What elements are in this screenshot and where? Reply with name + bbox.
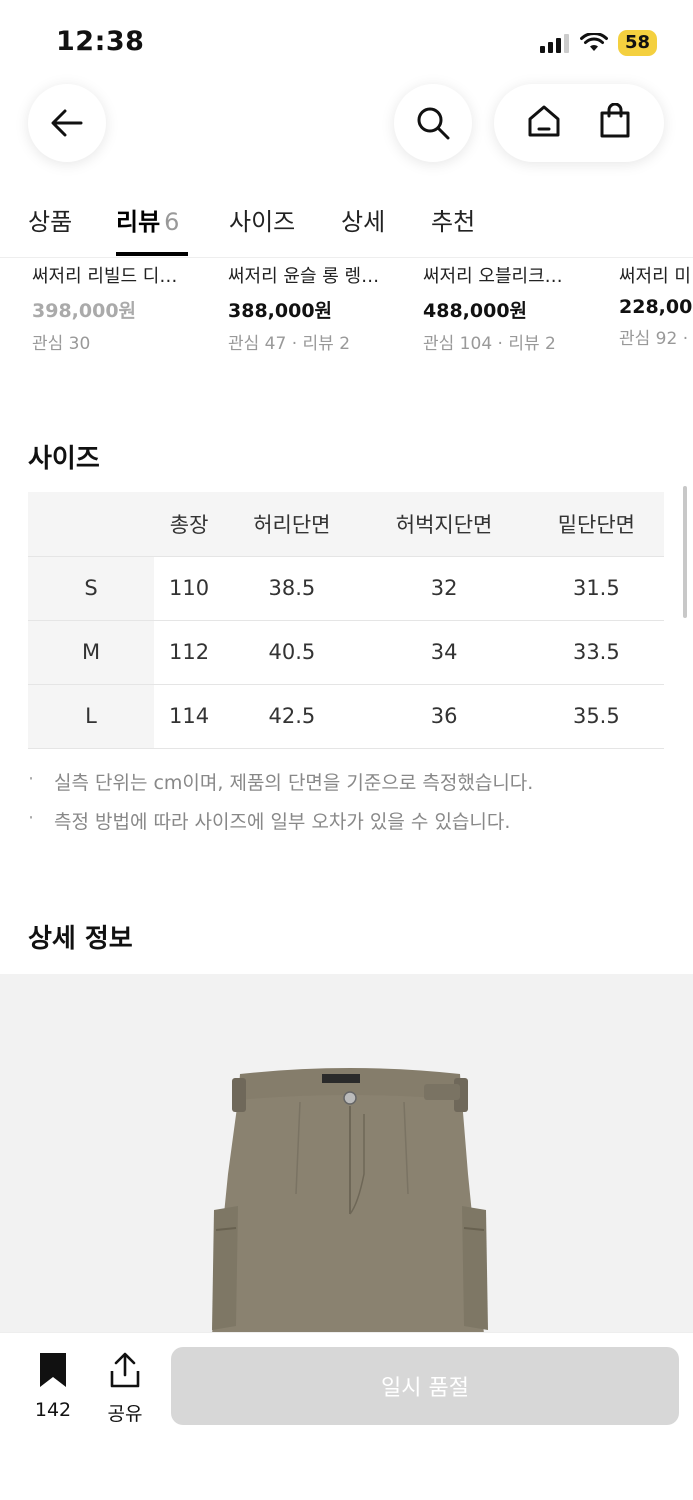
size-cell: 34 — [359, 620, 529, 685]
size-label: L — [28, 684, 154, 749]
active-tab-indicator — [116, 252, 188, 256]
cart-button[interactable] — [597, 102, 633, 143]
recommended-item-meta: 관심 104 · 리뷰 2 — [423, 334, 556, 354]
table-row: S 110 38.5 32 31.5 — [28, 556, 664, 621]
size-header-cell: 허리단면 — [224, 492, 360, 557]
bullet-icon: · — [28, 807, 35, 829]
detail-section-title: 상세 정보 — [28, 924, 133, 954]
size-table-header: 총장 허리단면 허벅지단면 밑단단면 — [28, 492, 664, 557]
size-label: S — [28, 556, 154, 621]
share-button[interactable]: 공유 — [104, 1351, 146, 1426]
size-cell: 112 — [154, 620, 225, 685]
recommended-item[interactable]: 써저리 윤슬 롱 렝… 388,000원 관심 47 · 리뷰 2 — [228, 262, 408, 354]
bookmark-count: 142 — [34, 1399, 72, 1421]
soldout-button[interactable]: 일시 품절 — [171, 1347, 679, 1425]
recommended-item-meta: 관심 92 · — [619, 329, 689, 349]
size-cell: 31.5 — [528, 556, 664, 621]
signal-icon — [539, 34, 569, 53]
recommended-item-name: 써저리 미 — [619, 266, 691, 287]
bookmark-button[interactable]: 142 — [30, 1351, 76, 1421]
scrollbar[interactable] — [683, 486, 687, 618]
arrow-left-icon — [51, 109, 83, 137]
size-cell: 42.5 — [224, 684, 360, 749]
size-cell: 38.5 — [224, 556, 360, 621]
search-icon — [417, 107, 450, 140]
bottom-action-bar: 142 공유 일시 품절 — [0, 1332, 693, 1500]
recommended-item-price: 398,000원 — [32, 300, 137, 322]
size-cell: 32 — [359, 556, 529, 621]
tab-recommend[interactable]: 추천 — [431, 202, 475, 237]
section-tabs: 상품 리뷰 6 사이즈 상세 추천 — [0, 196, 693, 258]
size-note-text: 실측 단위는 cm이며, 제품의 단면을 기준으로 측정했습니다. — [54, 772, 534, 794]
size-note: · 측정 방법에 따라 사이즈에 일부 오차가 있을 수 있습니다. — [28, 807, 668, 834]
tab-size[interactable]: 사이즈 — [229, 202, 295, 237]
size-table: 총장 허리단면 허벅지단면 밑단단면 S 110 38.5 32 31.5 M … — [28, 492, 664, 749]
tab-review[interactable]: 리뷰 6 — [116, 202, 179, 237]
recommended-item-name: 써저리 오블리크… — [423, 266, 563, 287]
product-detail-image — [0, 974, 693, 1334]
size-notes: · 실측 단위는 cm이며, 제품의 단면을 기준으로 측정했습니다. · 측정… — [28, 768, 668, 846]
tab-detail[interactable]: 상세 — [341, 202, 385, 237]
size-cell: 36 — [359, 684, 529, 749]
size-cell: 33.5 — [528, 620, 664, 685]
size-note-text: 측정 방법에 따라 사이즈에 일부 오차가 있을 수 있습니다. — [54, 811, 511, 833]
search-button[interactable] — [394, 84, 472, 162]
status-bar: 12:38 58 — [0, 0, 693, 80]
recommended-item-meta: 관심 30 — [32, 334, 91, 354]
size-header-cell: 총장 — [154, 492, 225, 557]
shopping-bag-icon — [600, 102, 629, 138]
size-cell: 35.5 — [528, 684, 664, 749]
tab-review-label: 리뷰 — [116, 208, 161, 236]
cargo-pants-image — [212, 1068, 488, 1334]
size-header-cell: 밑단단면 — [528, 492, 664, 557]
size-cell: 114 — [154, 684, 225, 749]
table-row: M 112 40.5 34 33.5 — [28, 620, 664, 685]
battery-indicator: 58 — [617, 30, 657, 56]
size-header-cell: 허벅지단면 — [359, 492, 529, 557]
size-cell: 110 — [154, 556, 225, 621]
size-header-empty — [28, 492, 154, 557]
share-icon — [110, 1352, 140, 1388]
recommended-item-name: 써저리 윤슬 롱 렝… — [228, 266, 380, 287]
recommended-item[interactable]: 써저리 오블리크… 488,000원 관심 104 · 리뷰 2 — [423, 262, 603, 354]
recommended-item-name: 써저리 리빌드 디… — [32, 266, 178, 287]
status-time: 12:38 — [56, 26, 145, 57]
recommended-item-price: 228,00 — [619, 296, 693, 318]
recommended-item-price: 388,000원 — [228, 300, 333, 322]
tab-review-count: 6 — [164, 208, 180, 236]
recommended-item[interactable]: 써저리 미 228,00 관심 92 · — [619, 262, 693, 349]
tab-product[interactable]: 상품 — [28, 202, 72, 237]
size-section-title: 사이즈 — [28, 444, 100, 474]
recommended-item-meta: 관심 47 · 리뷰 2 — [228, 334, 351, 354]
home-icon — [528, 105, 559, 137]
bullet-icon: · — [28, 768, 35, 790]
wifi-icon — [579, 33, 608, 51]
size-label: M — [28, 620, 154, 685]
home-button[interactable] — [526, 103, 562, 143]
status-icons: 58 — [539, 30, 657, 56]
bookmark-icon — [40, 1353, 66, 1387]
share-label: 공유 — [107, 1403, 143, 1425]
recommended-item[interactable]: 써저리 리빌드 디… 398,000원 관심 30 — [32, 262, 212, 354]
back-button[interactable] — [28, 84, 106, 162]
header-action-group — [494, 84, 664, 162]
size-cell: 40.5 — [224, 620, 360, 685]
size-note: · 실측 단위는 cm이며, 제품의 단면을 기준으로 측정했습니다. — [28, 768, 668, 795]
recommended-item-price: 488,000원 — [423, 300, 528, 322]
table-row: L 114 42.5 36 35.5 — [28, 684, 664, 749]
